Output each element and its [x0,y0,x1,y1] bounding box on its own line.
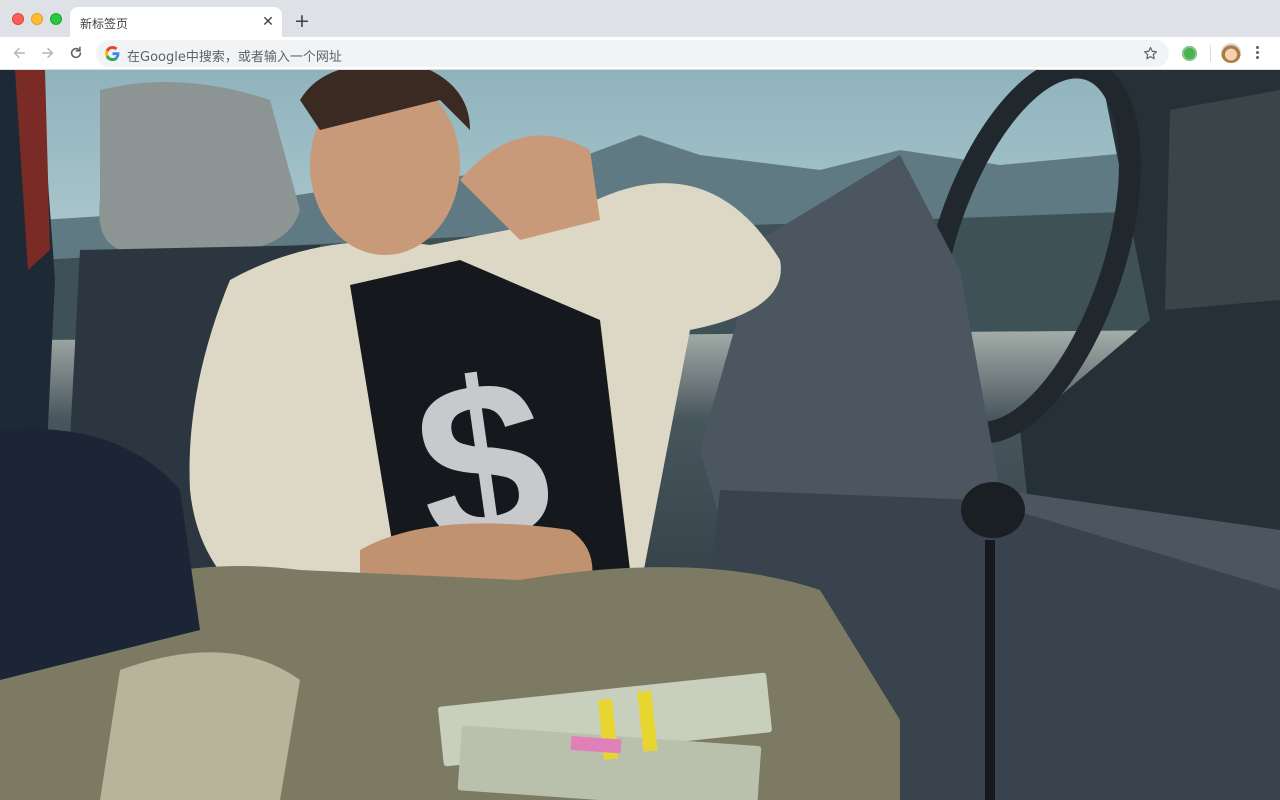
arrow-right-icon [41,47,54,59]
reload-icon [70,46,82,59]
new-tab-button[interactable]: + [292,11,312,31]
tab-close-icon[interactable]: ✕ [260,14,276,30]
forward-button[interactable] [38,43,58,63]
tab-title: 新标签页 [80,17,129,31]
window-minimize-button[interactable] [31,13,43,25]
toolbar-divider [1210,45,1211,62]
window-close-button[interactable] [12,13,24,25]
vertical-dots-menu-icon[interactable] [1252,44,1262,62]
address-bar[interactable]: 在Google中搜索，或者输入一个网址 [96,40,1169,67]
back-button[interactable] [9,43,29,63]
arrow-left-icon [13,47,26,59]
tab-new-tab[interactable]: 新标签页 ✕ [70,7,282,37]
window-maximize-button[interactable] [50,13,62,25]
tab-strip: 新标签页 ✕ + [0,0,1280,37]
avatar-icon[interactable] [1221,43,1241,63]
green-circle-extension-icon[interactable] [1182,46,1197,61]
star-icon[interactable] [1142,45,1159,62]
toolbar: 在Google中搜索，或者输入一个网址 [0,37,1280,70]
reload-button[interactable] [66,43,86,63]
new-tab-wallpaper: $ [0,70,1280,800]
google-g-icon [105,46,120,61]
wallpaper-photo: $ [0,70,1280,800]
address-bar-placeholder: 在Google中搜索，或者输入一个网址 [127,50,342,65]
